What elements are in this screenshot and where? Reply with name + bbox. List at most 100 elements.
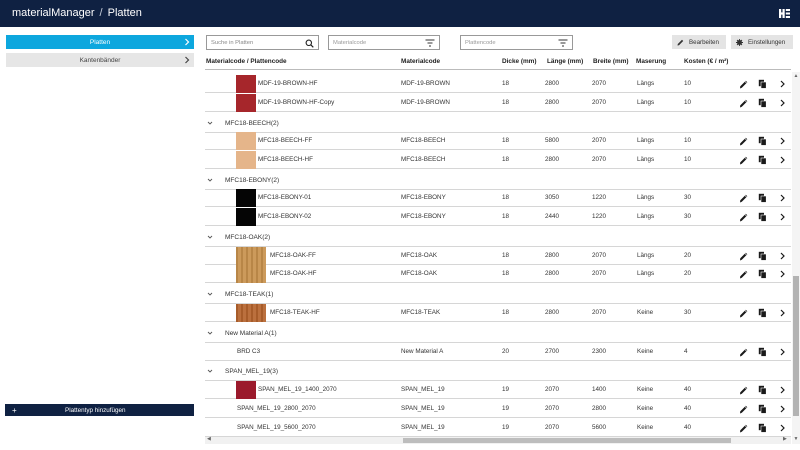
table-row[interactable]: SPAN_MEL_19_5600_2070 SPAN_MEL_19 19 2070 56… xyxy=(205,419,791,437)
duplicate-row-copy-icon[interactable] xyxy=(758,385,767,395)
edit-row-pencil-icon[interactable] xyxy=(739,193,748,203)
table-row[interactable]: MFC18-EBONY-01 MFC18-EBONY 18 3050 1220 Längs… xyxy=(205,189,791,207)
sidebar-item-kantenbaender[interactable]: Kantenbänder xyxy=(6,53,194,67)
edit-row-pencil-icon[interactable] xyxy=(739,347,748,357)
search-input[interactable]: Suche in Platten xyxy=(206,35,319,50)
horizontal-scroll-thumb[interactable] xyxy=(403,438,731,443)
group-row[interactable]: MFC18-OAK(2) xyxy=(205,228,791,247)
duplicate-row-copy-icon[interactable] xyxy=(758,193,767,203)
table-row[interactable]: BRD C3 New Material A 20 2700 2300 Keine 4 xyxy=(205,343,791,361)
duplicate-row-copy-icon[interactable] xyxy=(758,269,767,279)
add-panel-type-button[interactable]: + Plattentyp hinzufügen xyxy=(5,404,194,416)
scroll-right-icon[interactable]: ▶ xyxy=(783,436,787,442)
material-code-filter[interactable]: Materialcode xyxy=(328,35,440,50)
open-row-chevron-right-icon[interactable] xyxy=(778,385,787,395)
edit-button[interactable]: Bearbeiten xyxy=(672,35,726,49)
table-row[interactable]: MFC18-BEECH-HF MFC18-BEECH 18 2800 2070 Längs… xyxy=(205,151,791,169)
panel-code-filter[interactable]: Plattencode xyxy=(460,35,573,50)
chevron-down-icon[interactable] xyxy=(207,368,213,374)
column-header-cost[interactable]: Kosten (€ / m²) xyxy=(684,58,728,65)
open-row-chevron-right-icon[interactable] xyxy=(778,423,787,433)
duplicate-row-copy-icon[interactable] xyxy=(758,212,767,222)
material-swatch xyxy=(236,189,256,207)
column-header-code[interactable]: Materialcode / Plattencode xyxy=(206,58,287,65)
chevron-down-icon[interactable] xyxy=(207,177,213,183)
group-row[interactable]: New Material A(1) xyxy=(205,324,791,343)
chevron-down-icon[interactable] xyxy=(207,291,213,297)
open-row-chevron-right-icon[interactable] xyxy=(778,98,787,108)
cell-grain: Längs xyxy=(637,99,655,106)
horizontal-scrollbar[interactable]: ◀ ▶ xyxy=(205,436,791,444)
group-row[interactable]: MFC18-BEECH(2) xyxy=(205,114,791,133)
column-header-grain[interactable]: Maserung xyxy=(636,58,666,65)
edit-row-pencil-icon[interactable] xyxy=(739,423,748,433)
open-row-chevron-right-icon[interactable] xyxy=(778,155,787,165)
cell-cost: 10 xyxy=(684,156,692,163)
edit-row-pencil-icon[interactable] xyxy=(739,385,748,395)
settings-button[interactable]: Einstellungen xyxy=(731,35,793,49)
sidebar-item-platten[interactable]: Platten xyxy=(6,35,194,49)
open-row-chevron-right-icon[interactable] xyxy=(778,136,787,146)
open-row-chevron-right-icon[interactable] xyxy=(778,212,787,222)
chevron-down-icon[interactable] xyxy=(207,330,213,336)
edit-row-pencil-icon[interactable] xyxy=(739,155,748,165)
chevron-down-icon[interactable] xyxy=(207,234,213,240)
duplicate-row-copy-icon[interactable] xyxy=(758,423,767,433)
table-row[interactable]: MDF-19-BROWN-HF-Copy MDF-19-BROWN 18 2800 20… xyxy=(205,94,791,112)
duplicate-row-copy-icon[interactable] xyxy=(758,98,767,108)
table-row[interactable]: MDF-19-BROWN-HF MDF-19-BROWN 18 2800 2070 Län… xyxy=(205,75,791,93)
group-row[interactable]: MFC18-EBONY(2) xyxy=(205,171,791,190)
table-row[interactable]: MFC18-OAK-HF MFC18-OAK 18 2800 2070 Längs 20 xyxy=(205,265,791,283)
column-header-length[interactable]: Länge (mm) xyxy=(547,58,583,65)
open-row-chevron-right-icon[interactable] xyxy=(778,404,787,414)
cell-width: 2070 xyxy=(592,80,607,87)
duplicate-row-copy-icon[interactable] xyxy=(758,404,767,414)
cell-length: 2800 xyxy=(545,80,560,87)
table-row[interactable]: MFC18-EBONY-02 MFC18-EBONY 18 2440 1220 Längs… xyxy=(205,208,791,226)
table-row[interactable]: SPAN_MEL_19_2800_2070 SPAN_MEL_19 19 2070 28… xyxy=(205,400,791,418)
edit-row-pencil-icon[interactable] xyxy=(739,308,748,318)
chevron-down-icon[interactable] xyxy=(207,120,213,126)
edit-row-pencil-icon[interactable] xyxy=(739,212,748,222)
edit-row-pencil-icon[interactable] xyxy=(739,98,748,108)
scroll-up-icon[interactable]: ▲ xyxy=(793,73,799,79)
open-row-chevron-right-icon[interactable] xyxy=(778,79,787,89)
edit-row-pencil-icon[interactable] xyxy=(739,79,748,89)
table-row[interactable]: MFC18-BEECH-FF MFC18-BEECH 18 5800 2070 Längs… xyxy=(205,132,791,150)
table-row[interactable]: SPAN_MEL_19_1400_2070 SPAN_MEL_19 19 2070 14… xyxy=(205,381,791,399)
table-row[interactable]: MFC18-OAK-FF MFC18-OAK 18 2800 2070 Längs 20 xyxy=(205,247,791,265)
column-header-width[interactable]: Breite (mm) xyxy=(593,58,629,65)
open-row-chevron-right-icon[interactable] xyxy=(778,269,787,279)
cell-panel-code: MFC18-BEECH-HF xyxy=(258,156,313,163)
vertical-scroll-thumb[interactable] xyxy=(793,276,799,416)
duplicate-row-copy-icon[interactable] xyxy=(758,155,767,165)
column-header-thickness[interactable]: Dicke (mm) xyxy=(502,58,536,65)
search-icon xyxy=(305,39,314,48)
open-row-chevron-right-icon[interactable] xyxy=(778,193,787,203)
cell-grain: Längs xyxy=(637,213,655,220)
duplicate-row-copy-icon[interactable] xyxy=(758,79,767,89)
duplicate-row-copy-icon[interactable] xyxy=(758,347,767,357)
vertical-scrollbar[interactable]: ▲ ▼ xyxy=(792,72,800,444)
table-row[interactable]: MFC18-TEAK-HF MFC18-TEAK 18 2800 2070 Keine 30 xyxy=(205,304,791,322)
group-row[interactable]: MFC18-TEAK(1) xyxy=(205,285,791,304)
material-swatch xyxy=(236,132,256,150)
scroll-left-icon[interactable]: ◀ xyxy=(207,436,211,442)
cell-material: MFC18-EBONY xyxy=(401,194,446,201)
cell-cost: 30 xyxy=(684,309,692,316)
duplicate-row-copy-icon[interactable] xyxy=(758,251,767,261)
open-row-chevron-right-icon[interactable] xyxy=(778,308,787,318)
open-row-chevron-right-icon[interactable] xyxy=(778,347,787,357)
edit-row-pencil-icon[interactable] xyxy=(739,269,748,279)
edit-row-pencil-icon[interactable] xyxy=(739,404,748,414)
column-header-material[interactable]: Materialcode xyxy=(401,58,440,65)
edit-row-pencil-icon[interactable] xyxy=(739,251,748,261)
duplicate-row-copy-icon[interactable] xyxy=(758,136,767,146)
panel-filter-placeholder: Plattencode xyxy=(465,39,496,46)
edit-row-pencil-icon[interactable] xyxy=(739,136,748,146)
open-row-chevron-right-icon[interactable] xyxy=(778,251,787,261)
group-row[interactable]: SPAN_MEL_19(3) xyxy=(205,362,791,381)
duplicate-row-copy-icon[interactable] xyxy=(758,308,767,318)
scroll-down-icon[interactable]: ▼ xyxy=(793,436,799,442)
add-panel-type-label: Plattentyp hinzufügen xyxy=(65,406,126,414)
